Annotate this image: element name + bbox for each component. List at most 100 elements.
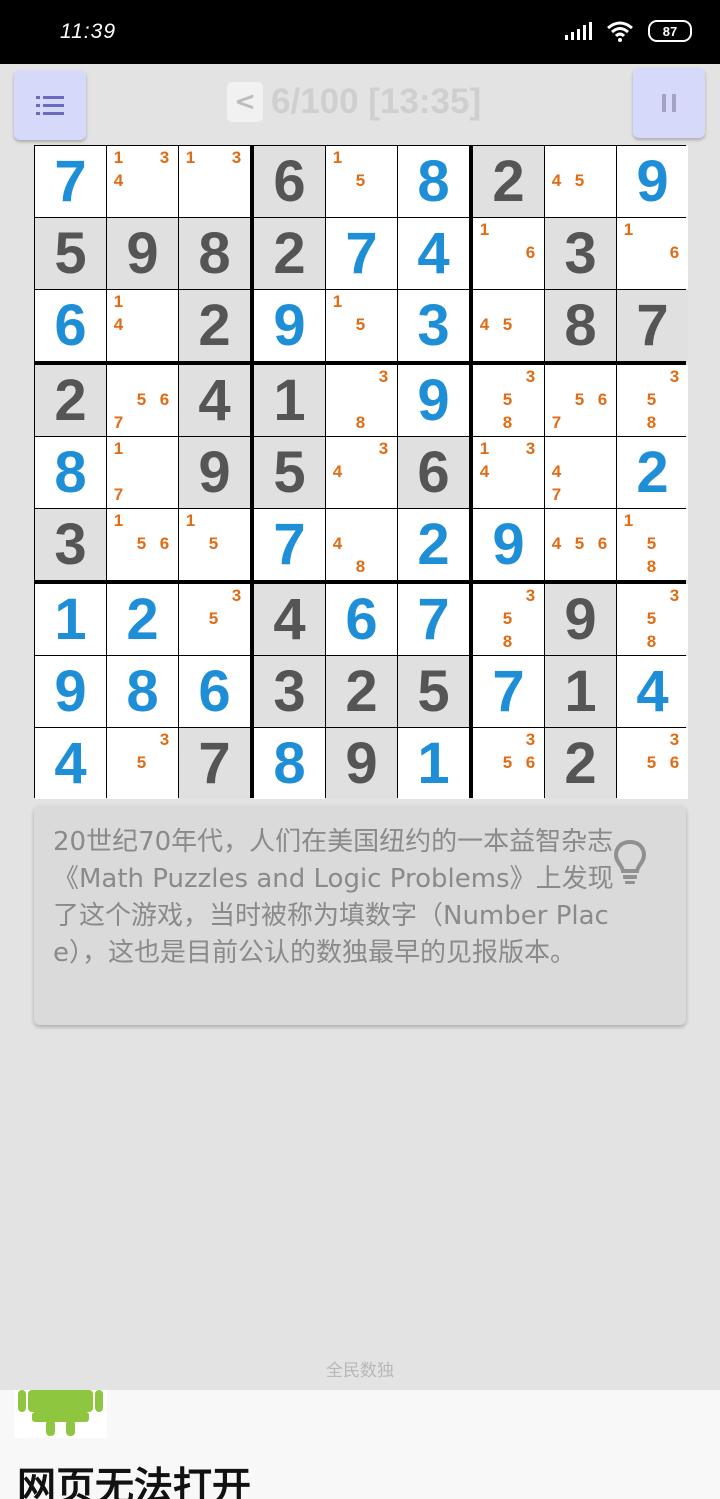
- sudoku-cell[interactable]: 35 8: [617, 365, 688, 436]
- entered-digit: 4: [54, 730, 87, 796]
- sudoku-cell[interactable]: 15: [326, 146, 397, 217]
- sudoku-cell[interactable]: 2: [398, 509, 469, 580]
- sudoku-cell[interactable]: 45: [545, 146, 616, 217]
- given-digit: 5: [273, 439, 306, 505]
- sudoku-cell[interactable]: 8: [398, 146, 469, 217]
- sudoku-cell[interactable]: 8: [545, 290, 616, 361]
- sudoku-cell[interactable]: 56 7: [545, 365, 616, 436]
- sudoku-cell[interactable]: 1 3 4: [107, 146, 178, 217]
- sudoku-cell[interactable]: 356: [617, 728, 688, 799]
- entered-digit: 4: [417, 220, 450, 286]
- sudoku-cell[interactable]: 8: [107, 656, 178, 727]
- sudoku-cell[interactable]: 4: [617, 656, 688, 727]
- sudoku-cell[interactable]: 356: [473, 728, 544, 799]
- sudoku-cell[interactable]: 7: [398, 584, 469, 655]
- sudoku-cell[interactable]: 2: [179, 290, 250, 361]
- menu-button[interactable]: [14, 70, 86, 140]
- sudoku-cell[interactable]: 1: [398, 728, 469, 799]
- given-digit: 1: [273, 367, 306, 433]
- sudoku-cell[interactable]: 456: [545, 509, 616, 580]
- sudoku-cell[interactable]: 4: [398, 218, 469, 289]
- entered-digit: 8: [417, 148, 450, 214]
- sudoku-cell[interactable]: 7: [179, 728, 250, 799]
- entered-digit: 6: [54, 292, 87, 358]
- sudoku-cell[interactable]: 2: [473, 146, 544, 217]
- sudoku-cell[interactable]: 2: [326, 656, 397, 727]
- sudoku-cell[interactable]: 16: [473, 218, 544, 289]
- pencil-note: 5: [574, 171, 585, 190]
- pencil-note: 3: [525, 439, 536, 458]
- sudoku-cell[interactable]: 2: [617, 437, 688, 508]
- sudoku-cell[interactable]: 6: [398, 437, 469, 508]
- sudoku-cell[interactable]: 3: [545, 218, 616, 289]
- sudoku-cell[interactable]: 3: [35, 509, 106, 580]
- sudoku-cell[interactable]: 8: [179, 218, 250, 289]
- sudoku-cell[interactable]: 9: [545, 584, 616, 655]
- lightbulb-icon[interactable]: [610, 838, 650, 886]
- ad-banner[interactable]: 网页无法打开: [0, 1390, 720, 1499]
- sudoku-cell[interactable]: 7: [35, 146, 106, 217]
- pencil-note: 1: [185, 511, 196, 530]
- sudoku-cell[interactable]: 5: [398, 656, 469, 727]
- entered-digit: 6: [345, 586, 378, 652]
- sudoku-cell[interactable]: 6: [254, 146, 325, 217]
- sudoku-cell[interactable]: 6: [326, 584, 397, 655]
- sudoku-cell[interactable]: 3: [254, 656, 325, 727]
- sudoku-cell[interactable]: 9: [326, 728, 397, 799]
- sudoku-cell[interactable]: 9: [107, 218, 178, 289]
- given-digit: 3: [564, 220, 597, 286]
- sudoku-cell[interactable]: 7: [254, 509, 325, 580]
- given-digit: 7: [198, 730, 231, 796]
- sudoku-cell[interactable]: 38: [326, 365, 397, 436]
- sudoku-cell[interactable]: 2: [107, 584, 178, 655]
- sudoku-cell[interactable]: 35 8: [617, 584, 688, 655]
- sudoku-cell[interactable]: 17: [107, 437, 178, 508]
- sudoku-cell[interactable]: 35: [107, 728, 178, 799]
- app-bar: < 6/100 [13:35]: [0, 64, 720, 144]
- sudoku-cell[interactable]: 1: [254, 365, 325, 436]
- sudoku-cell[interactable]: 4: [35, 728, 106, 799]
- sudoku-cell[interactable]: 45: [473, 290, 544, 361]
- pause-button[interactable]: [633, 68, 705, 138]
- sudoku-cell[interactable]: 35: [179, 584, 250, 655]
- sudoku-cell[interactable]: 47: [545, 437, 616, 508]
- sudoku-cell[interactable]: 2: [35, 365, 106, 436]
- sudoku-cell[interactable]: 56 7: [107, 365, 178, 436]
- sudoku-cell[interactable]: 9: [254, 290, 325, 361]
- sudoku-cell[interactable]: 15: [179, 509, 250, 580]
- sudoku-cell[interactable]: 16: [617, 218, 688, 289]
- sudoku-cell[interactable]: 1 3 4: [473, 437, 544, 508]
- sudoku-cell[interactable]: 9: [398, 365, 469, 436]
- sudoku-cell[interactable]: 8: [35, 437, 106, 508]
- sudoku-cell[interactable]: 48: [326, 509, 397, 580]
- sudoku-cell[interactable]: 7: [326, 218, 397, 289]
- sudoku-cell[interactable]: 35 8: [473, 365, 544, 436]
- sudoku-cell[interactable]: 9: [35, 656, 106, 727]
- sudoku-cell[interactable]: 8: [254, 728, 325, 799]
- sudoku-cell[interactable]: 1: [35, 584, 106, 655]
- sudoku-cell[interactable]: 2: [254, 218, 325, 289]
- sudoku-cell[interactable]: 9: [179, 437, 250, 508]
- sudoku-cell[interactable]: 13: [179, 146, 250, 217]
- sudoku-cell[interactable]: 5: [35, 218, 106, 289]
- sudoku-cell[interactable]: 15: [326, 290, 397, 361]
- sudoku-cell[interactable]: 35 8: [473, 584, 544, 655]
- sudoku-cell[interactable]: 5: [254, 437, 325, 508]
- sudoku-cell[interactable]: 14: [107, 290, 178, 361]
- sudoku-cell[interactable]: 2: [545, 728, 616, 799]
- sudoku-cell[interactable]: 6: [179, 656, 250, 727]
- sudoku-cell[interactable]: 7: [617, 290, 688, 361]
- sudoku-cell[interactable]: 9: [617, 146, 688, 217]
- sudoku-cell[interactable]: 34: [326, 437, 397, 508]
- sudoku-cell[interactable]: 6: [35, 290, 106, 361]
- sudoku-cell[interactable]: 1: [545, 656, 616, 727]
- pencil-note: 7: [551, 485, 562, 504]
- sudoku-cell[interactable]: 7: [473, 656, 544, 727]
- sudoku-cell[interactable]: 9: [473, 509, 544, 580]
- sudoku-cell[interactable]: 4: [254, 584, 325, 655]
- back-arrow-icon[interactable]: <: [227, 82, 263, 122]
- sudoku-cell[interactable]: 15 8: [617, 509, 688, 580]
- sudoku-cell[interactable]: 4: [179, 365, 250, 436]
- sudoku-cell[interactable]: 3: [398, 290, 469, 361]
- sudoku-cell[interactable]: 156: [107, 509, 178, 580]
